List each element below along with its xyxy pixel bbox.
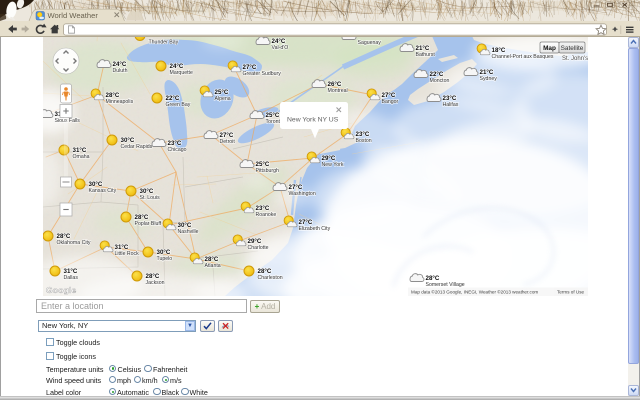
svg-text:Bangor: Bangor [382, 99, 399, 105]
svg-text:Dallas: Dallas [64, 275, 79, 281]
svg-text:Tupelo: Tupelo [157, 256, 173, 262]
svg-text:Val-d'O: Val-d'O [272, 45, 289, 51]
svg-text:Somerset Village: Somerset Village [426, 282, 465, 288]
svg-text:Halifax: Halifax [443, 102, 459, 108]
svg-text:Jackson: Jackson [146, 280, 165, 286]
svg-text:Minneapolis: Minneapolis [106, 99, 134, 105]
svg-text:Roanoke: Roanoke [256, 212, 277, 218]
svg-text:Oklahoma City: Oklahoma City [57, 240, 91, 246]
svg-text:St. John's: St. John's [562, 56, 588, 62]
svg-text:Washington: Washington [289, 191, 316, 197]
svg-text:Detroit: Detroit [220, 139, 236, 145]
svg-text:Charlotte: Charlotte [248, 245, 269, 251]
svg-text:Bathurst: Bathurst [416, 52, 436, 58]
svg-text:Little Rock: Little Rock [115, 251, 140, 257]
svg-text:Pittsburgh: Pittsburgh [256, 168, 279, 174]
svg-text:New York: New York [322, 162, 344, 168]
svg-text:Cedar Rapids: Cedar Rapids [121, 144, 153, 150]
svg-text:Boston: Boston [356, 138, 372, 144]
svg-text:Sydney: Sydney [480, 76, 498, 82]
svg-text:Charleston: Charleston [258, 275, 283, 281]
svg-text:Terms of Use: Terms of Use [557, 290, 585, 295]
svg-text:Elizabeth City: Elizabeth City [299, 226, 331, 232]
svg-text:Thunder Bay: Thunder Bay [149, 40, 179, 46]
svg-text:Green Bay: Green Bay [166, 102, 191, 108]
svg-text:Map: Map [543, 45, 556, 52]
svg-text:Channel-Port aux Basques: Channel-Port aux Basques [492, 54, 554, 60]
svg-text:Marquette: Marquette [170, 70, 193, 76]
svg-text:Duluth: Duluth [113, 68, 128, 74]
svg-text:Satellite: Satellite [561, 45, 584, 52]
svg-text:Greater Sudbury: Greater Sudbury [243, 71, 282, 77]
svg-text:Kansas City: Kansas City [89, 188, 117, 194]
svg-text:Alpena: Alpena [215, 96, 231, 102]
svg-text:Moncton: Moncton [430, 78, 450, 84]
svg-text:Saguenay: Saguenay [358, 40, 382, 46]
svg-text:Omaha: Omaha [73, 154, 90, 160]
svg-text:Chicago: Chicago [168, 147, 187, 153]
svg-text:Poplar Bluff: Poplar Bluff [135, 221, 162, 227]
svg-text:Map data ©2013 Google, INEGI,: Map data ©2013 Google, INEGI, Weather ©2… [411, 289, 538, 295]
svg-text:Google: Google [46, 285, 77, 295]
svg-text:St. Louis: St. Louis [140, 195, 161, 201]
svg-text:Atlanta: Atlanta [205, 263, 221, 269]
svg-text:New York NY US: New York NY US [287, 117, 339, 124]
svg-text:Montreal: Montreal [328, 88, 348, 94]
svg-text:World Weather: World Weather [48, 11, 99, 20]
svg-text:Nashville: Nashville [178, 229, 199, 235]
